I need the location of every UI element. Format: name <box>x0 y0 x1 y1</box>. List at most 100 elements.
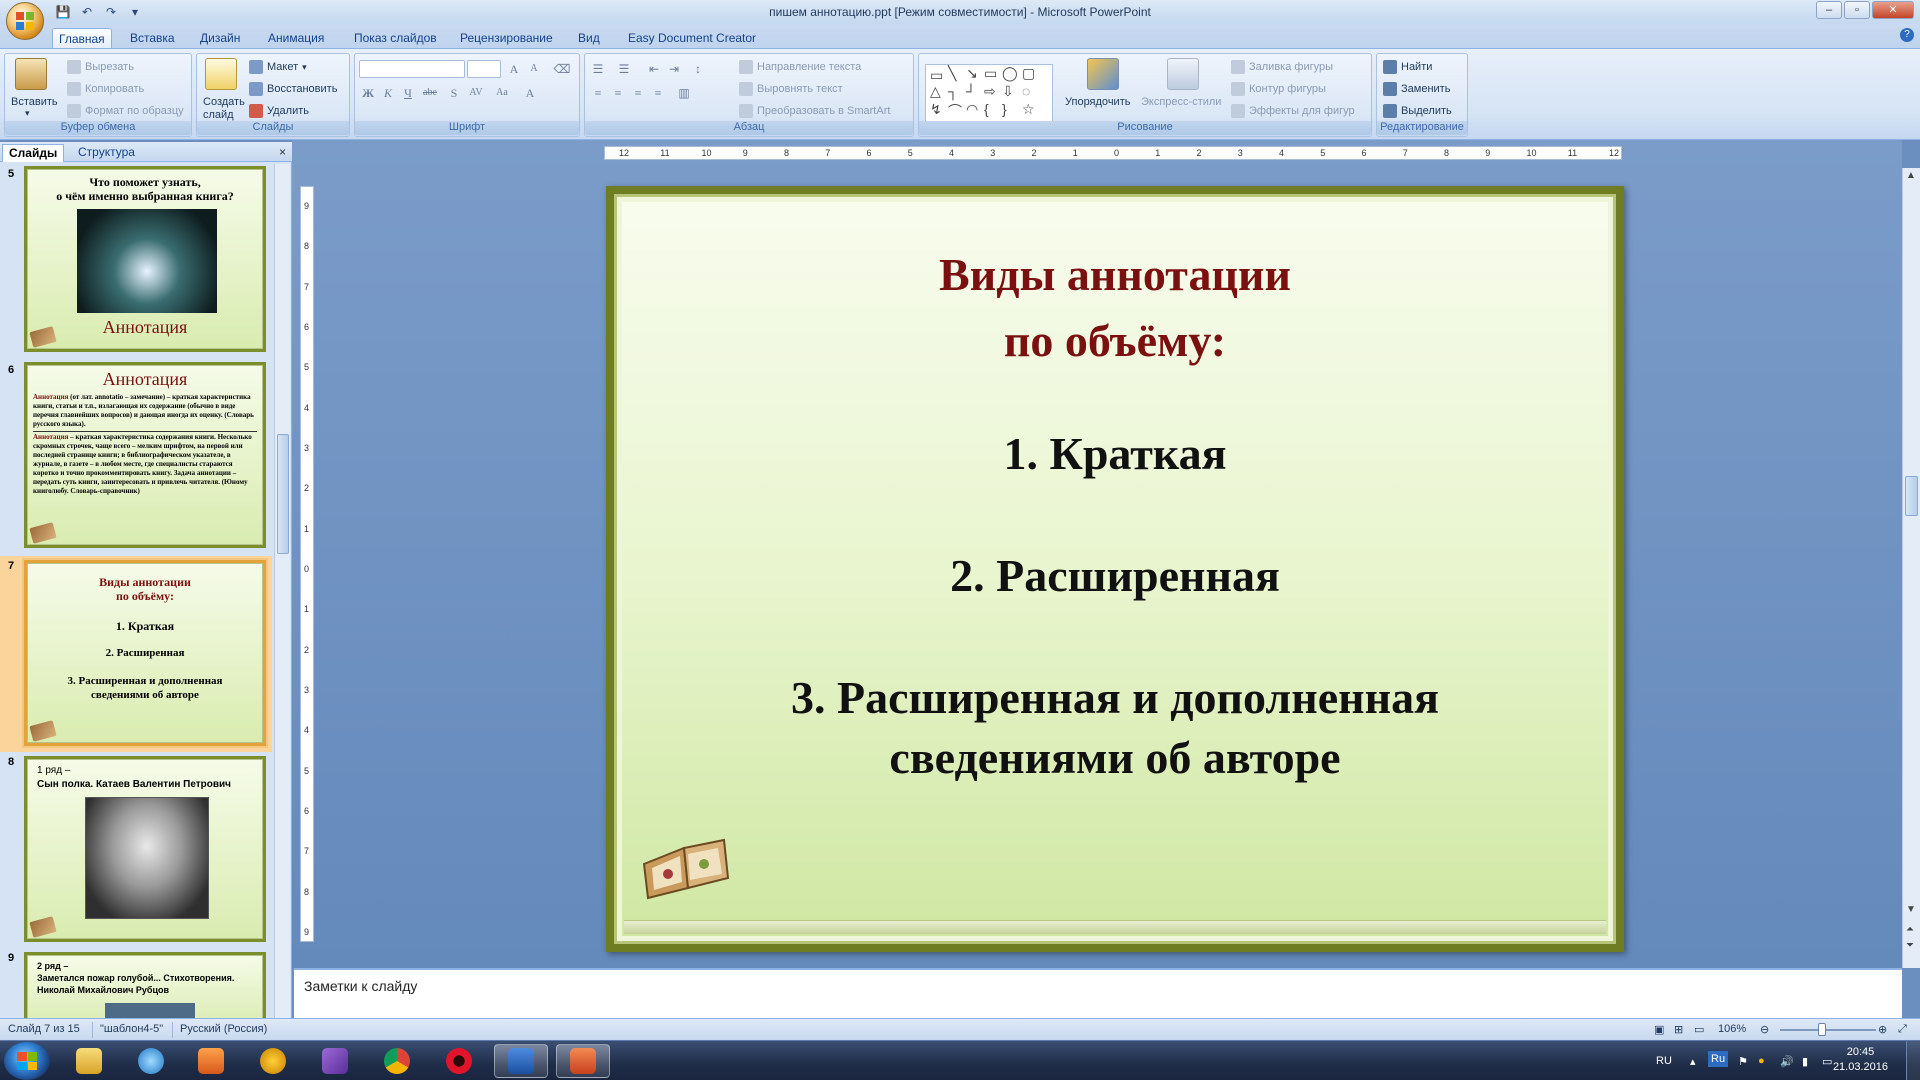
shape-effects-button[interactable]: Эффекты для фигур <box>1231 104 1355 118</box>
app-tray-icon[interactable]: ● <box>1758 1055 1765 1067</box>
freeform-shape-icon[interactable]: ↯ <box>930 101 942 118</box>
tab-animation[interactable]: Анимация <box>262 28 330 48</box>
paste-dropdown-icon[interactable]: ▾ <box>25 108 30 119</box>
increase-indent-icon[interactable]: ⇥ <box>665 60 683 78</box>
bold-icon[interactable]: Ж <box>359 84 377 102</box>
quick-styles-icon[interactable] <box>1167 58 1199 90</box>
slide-item-2[interactable]: 2. Расширенная <box>614 546 1616 606</box>
theme-name[interactable]: "шаблон4-5" <box>100 1023 163 1035</box>
slideshow-view-icon[interactable]: ▭ <box>1694 1023 1704 1036</box>
tab-home[interactable]: Главная <box>52 28 112 48</box>
copy-button[interactable]: Копировать <box>67 82 144 96</box>
slide-item-3-line2[interactable]: сведениями об авторе <box>614 728 1616 788</box>
numbering-icon[interactable]: ☰ <box>615 60 633 78</box>
reset-button[interactable]: Восстановить <box>249 82 337 96</box>
line-spacing-icon[interactable]: ↕ <box>689 60 707 78</box>
smartart-button[interactable]: Преобразовать в SmartArt <box>739 104 890 118</box>
scrollbar-thumb[interactable] <box>1905 476 1918 516</box>
tab-design[interactable]: Дизайн <box>194 28 246 48</box>
grow-font-icon[interactable]: A <box>505 60 523 78</box>
arrow-shape-icon[interactable]: ↘ <box>966 65 978 82</box>
quick-styles-button[interactable]: Экспресс-стили <box>1141 96 1221 108</box>
zoom-in-icon[interactable]: ⊕ <box>1878 1023 1887 1036</box>
arrange-button[interactable]: Упорядочить <box>1065 96 1130 108</box>
zoom-out-icon[interactable]: ⊖ <box>1760 1023 1769 1036</box>
tab-insert[interactable]: Вставка <box>124 28 181 48</box>
down-arrow-shape-icon[interactable]: ⇩ <box>1002 83 1014 100</box>
underline-icon[interactable]: Ч <box>399 84 417 102</box>
select-button[interactable]: Выделить <box>1383 104 1452 118</box>
delete-slide-button[interactable]: Удалить <box>249 104 309 118</box>
notes-pane[interactable]: Заметки к слайду <box>294 968 1902 1018</box>
brace-right-shape-icon[interactable]: } <box>1002 101 1007 117</box>
triangle-shape-icon[interactable]: △ <box>930 83 941 100</box>
star-shape-icon[interactable]: ☆ <box>1022 101 1035 118</box>
shape-outline-button[interactable]: Контур фигуры <box>1231 82 1326 96</box>
tab-review[interactable]: Рецензирование <box>454 28 559 48</box>
maximize-button[interactable]: ▫ <box>1844 1 1870 19</box>
shape-fill-button[interactable]: Заливка фигуры <box>1231 60 1333 74</box>
taskbar-chrome[interactable] <box>370 1044 424 1078</box>
replace-button[interactable]: Заменить <box>1383 82 1450 96</box>
show-desktop-button[interactable] <box>1906 1041 1920 1080</box>
shrink-font-icon[interactable]: A <box>525 60 543 78</box>
format-painter-button[interactable]: Формат по образцу <box>67 104 184 118</box>
taskbar-word[interactable] <box>494 1044 548 1078</box>
zoom-level[interactable]: 106% <box>1718 1023 1746 1035</box>
align-left-icon[interactable]: ≡ <box>589 84 607 102</box>
show-hidden-icons-icon[interactable]: ▴ <box>1690 1055 1696 1068</box>
scroll-down-icon[interactable]: ▼ <box>1906 904 1916 915</box>
clear-format-icon[interactable]: ⌫ <box>553 60 571 78</box>
slide-item-1[interactable]: 1. Краткая <box>614 424 1616 484</box>
font-size-select[interactable] <box>467 60 501 78</box>
brace-left-shape-icon[interactable]: { <box>984 101 989 117</box>
align-center-icon[interactable]: ≡ <box>609 84 627 102</box>
tab-view[interactable]: Вид <box>572 28 606 48</box>
shapes-gallery[interactable]: ▭ ╲ ↘ ▭ ◯ ▢ △ ┐ ┘ ⇨ ⇩ ◌ ↯ ⌒ ◠ { } ☆ <box>925 64 1053 122</box>
office-button[interactable] <box>6 2 44 40</box>
network-icon[interactable]: ▮ <box>1802 1055 1808 1068</box>
slide-scrollbar[interactable]: ▲ ▼ ⏶ ⏷ <box>1902 168 1920 968</box>
font-family-select[interactable] <box>359 60 465 78</box>
slide-thumbnail-7[interactable]: 7 Виды аннотации по объёму: 1. Краткая 2… <box>0 556 272 752</box>
zoom-slider-handle[interactable] <box>1818 1023 1826 1036</box>
slide-sorter-icon[interactable]: ⊞ <box>1674 1023 1683 1036</box>
taskbar-app-triangle[interactable] <box>246 1044 300 1078</box>
slide-heading[interactable]: Виды аннотации по объёму: <box>614 242 1616 374</box>
italic-icon[interactable]: К <box>379 84 397 102</box>
slide-thumbnail-6[interactable]: 6 Аннотация Аннотация (от лат. annotatio… <box>0 360 272 556</box>
align-text-button[interactable]: Выровнять текст <box>739 82 843 96</box>
arc-shape-icon[interactable]: ◠ <box>966 101 978 118</box>
current-slide[interactable]: Виды аннотации по объёму: 1. Краткая 2. … <box>606 186 1624 952</box>
rounded-rect-shape-icon[interactable]: ▢ <box>1022 65 1035 82</box>
minimize-button[interactable]: – <box>1816 1 1842 19</box>
fit-to-window-icon[interactable]: ⤢ <box>1898 1023 1907 1036</box>
slide-thumbnail-8[interactable]: 8 1 ряд – Сын полка. Катаев Валентин Пет… <box>0 752 272 948</box>
shadow-icon[interactable]: S <box>445 84 463 102</box>
next-slide-icon[interactable]: ⏷ <box>1906 940 1914 951</box>
tab-outline[interactable]: Структура <box>72 144 141 162</box>
change-case-icon[interactable]: Aa <box>493 84 511 102</box>
previous-slide-icon[interactable]: ⏶ <box>1906 924 1914 935</box>
bullets-icon[interactable]: ☰ <box>589 60 607 78</box>
close-panel-icon[interactable]: × <box>279 145 286 159</box>
battery-icon[interactable]: ▭ <box>1822 1055 1832 1068</box>
paste-icon[interactable] <box>15 58 47 90</box>
input-language[interactable]: RU <box>1656 1055 1672 1067</box>
paste-button[interactable]: Вставить <box>11 96 58 108</box>
find-button[interactable]: Найти <box>1383 60 1432 74</box>
scrollbar-thumb[interactable] <box>277 434 289 554</box>
columns-icon[interactable]: ▥ <box>675 84 693 102</box>
slide-thumbnail-9[interactable]: 9 2 ряд – Заметался пожар голубой... Сти… <box>0 948 272 1018</box>
normal-view-icon[interactable]: ▣ <box>1654 1023 1664 1036</box>
text-direction-button[interactable]: Направление текста <box>739 60 861 74</box>
elbow-shape-icon[interactable]: ┘ <box>966 83 976 99</box>
taskbar-powerpoint[interactable] <box>556 1044 610 1078</box>
language-indicator[interactable]: Русский (Россия) <box>180 1023 267 1035</box>
zoom-slider[interactable] <box>1780 1029 1876 1031</box>
scroll-up-icon[interactable]: ▲ <box>1906 170 1916 181</box>
justify-icon[interactable]: ≡ <box>649 84 667 102</box>
cut-button[interactable]: Вырезать <box>67 60 134 74</box>
close-button[interactable]: ✕ <box>1872 1 1914 19</box>
new-slide-icon[interactable] <box>205 58 237 90</box>
